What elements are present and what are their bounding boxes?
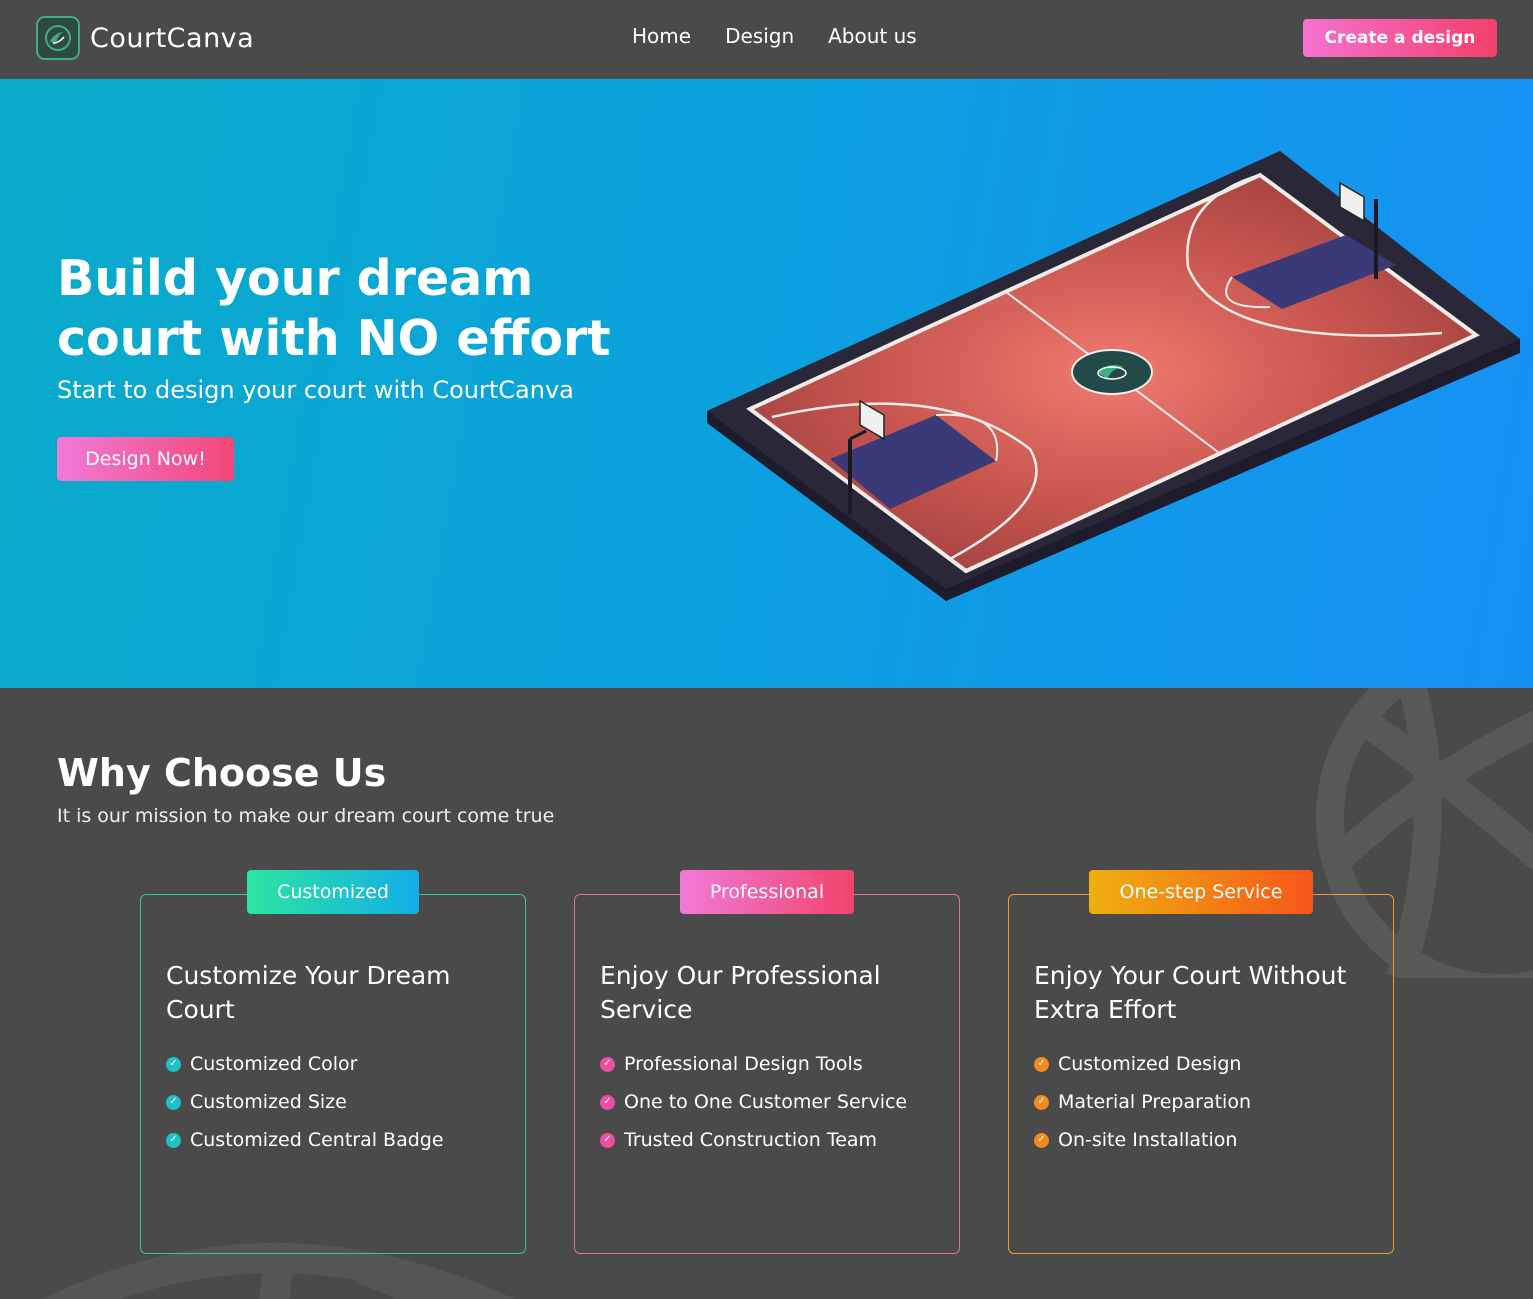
card-badge: Customized — [247, 870, 419, 914]
check-circle-icon: ✓ — [166, 1056, 181, 1072]
feature-label: Material Preparation — [1058, 1091, 1251, 1113]
feature-label: One to One Customer Service — [624, 1091, 908, 1113]
check-circle-icon: ✓ — [1034, 1132, 1049, 1148]
feature-label: Customized Color — [190, 1053, 358, 1075]
brand-name: CourtCanva — [90, 22, 255, 54]
feature-list: ✓ Customized Design ✓ Material Preparation… — [1034, 1045, 1251, 1159]
card-title: Enjoy Our Professional Service — [600, 961, 881, 1024]
list-item: ✓ Customized Color — [166, 1045, 444, 1083]
card-badge: One-step Service — [1089, 870, 1313, 914]
list-item: ✓ Customized Design — [1034, 1045, 1251, 1083]
check-circle-icon: ✓ — [1034, 1094, 1049, 1110]
card-badge: Professional — [680, 870, 854, 914]
check-circle-icon: ✓ — [600, 1056, 615, 1072]
feature-label: On-site Installation — [1058, 1129, 1238, 1151]
feature-list: ✓ Customized Color ✓ Customized Size ✓ Cust… — [166, 1045, 444, 1159]
feature-list: ✓ Professional Design Tools ✓ One to One C… — [600, 1045, 907, 1159]
list-item: ✓ Customized Size — [166, 1083, 444, 1121]
hero-title: Build your dream court with NO effort — [57, 250, 611, 367]
basketball-logo-icon — [36, 16, 80, 60]
feature-card-one-step-service: One-step Service Enjoy Your Court Withou… — [1008, 870, 1394, 1254]
check-circle-icon: ✓ — [1034, 1056, 1049, 1072]
card-title: Enjoy Your Court Without Extra Effort — [1034, 961, 1347, 1024]
check-circle-icon: ✓ — [600, 1094, 615, 1110]
check-circle-icon: ✓ — [166, 1094, 181, 1110]
feature-label: Customized Size — [190, 1091, 347, 1113]
navbar: CourtCanva Home Design About us Create a… — [0, 0, 1533, 79]
list-item: ✓ One to One Customer Service — [600, 1083, 907, 1121]
check-circle-icon: ✓ — [600, 1132, 615, 1148]
feature-label: Customized Design — [1058, 1053, 1242, 1075]
nav-link-home[interactable]: Home — [632, 24, 691, 48]
list-item: ✓ Material Preparation — [1034, 1083, 1251, 1121]
check-circle-icon: ✓ — [166, 1132, 181, 1148]
feature-card-customized: Customized Customize Your Dream Court ✓ C… — [140, 870, 526, 1254]
hero-subtitle: Start to design your court with CourtCan… — [57, 376, 574, 404]
card-title: Customize Your Dream Court — [166, 961, 451, 1024]
feature-label: Professional Design Tools — [624, 1053, 863, 1075]
create-design-button[interactable]: Create a design — [1303, 19, 1497, 57]
section-title: Why Choose Us — [57, 751, 387, 795]
feature-label: Trusted Construction Team — [624, 1129, 878, 1151]
list-item: ✓ Trusted Construction Team — [600, 1121, 907, 1159]
list-item: ✓ On-site Installation — [1034, 1121, 1251, 1159]
nav-link-design[interactable]: Design — [725, 24, 794, 48]
list-item: ✓ Professional Design Tools — [600, 1045, 907, 1083]
list-item: ✓ Customized Central Badge — [166, 1121, 444, 1159]
design-now-button[interactable]: Design Now! — [57, 437, 234, 481]
isometric-basketball-court-illustration — [707, 151, 1520, 601]
hero-section: Build your dream court with NO effort St… — [0, 79, 1533, 688]
why-choose-us-section: Why Choose Us It is our mission to make … — [0, 688, 1533, 1299]
brand-logo[interactable]: CourtCanva — [36, 16, 254, 60]
section-subtitle: It is our mission to make our dream cour… — [57, 805, 555, 827]
feature-card-professional: Professional Enjoy Our Professional Serv… — [574, 870, 960, 1254]
feature-label: Customized Central Badge — [190, 1129, 444, 1151]
nav-link-about-us[interactable]: About us — [828, 24, 917, 48]
main-nav: Home Design About us — [632, 24, 917, 48]
